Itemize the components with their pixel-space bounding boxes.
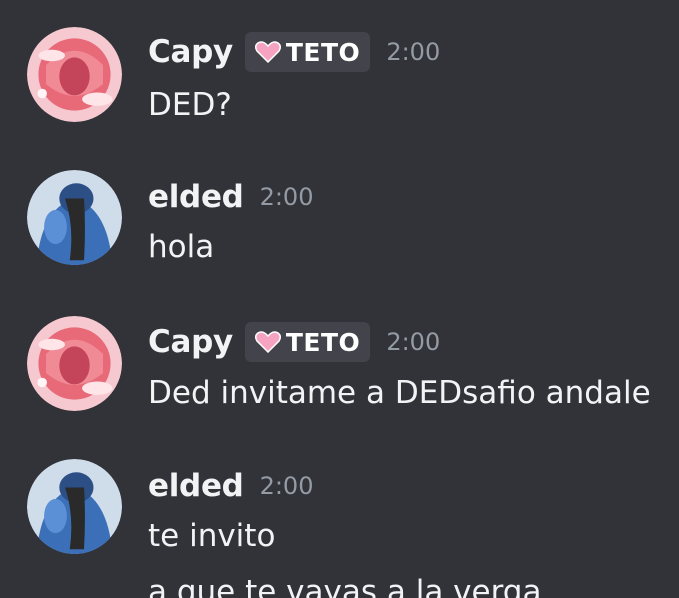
username[interactable]: elded xyxy=(148,179,244,215)
heart-icon xyxy=(254,331,281,353)
message-header: Capy TETO 2:00 xyxy=(148,318,440,366)
avatar-capy[interactable] xyxy=(27,316,122,411)
avatar-elded[interactable] xyxy=(27,459,122,554)
message-text: DED? xyxy=(148,87,232,123)
timestamp: 2:00 xyxy=(259,472,314,500)
message-header: Capy TETO 2:00 xyxy=(148,28,440,76)
timestamp: 2:00 xyxy=(386,328,441,356)
avatar-capy[interactable] xyxy=(27,27,122,122)
timestamp: 2:00 xyxy=(386,38,441,66)
message-text: hola xyxy=(148,229,215,265)
server-tag[interactable]: TETO xyxy=(244,322,371,362)
username[interactable]: elded xyxy=(148,468,244,504)
username[interactable]: Capy xyxy=(148,34,233,70)
message-text: te invito xyxy=(148,518,276,554)
tag-label: TETO xyxy=(285,327,361,357)
timestamp: 2:00 xyxy=(259,183,314,211)
avatar-elded[interactable] xyxy=(27,170,122,265)
message-header: elded 2:00 xyxy=(148,173,313,221)
tag-label: TETO xyxy=(285,37,361,67)
message-text: Ded invitame a DEDsafio andale xyxy=(148,375,651,411)
username[interactable]: Capy xyxy=(148,324,233,360)
message-header: elded 2:00 xyxy=(148,462,313,510)
server-tag[interactable]: TETO xyxy=(244,32,371,72)
heart-icon xyxy=(254,41,281,63)
message-text: a que te vayas a la verga xyxy=(148,574,542,598)
